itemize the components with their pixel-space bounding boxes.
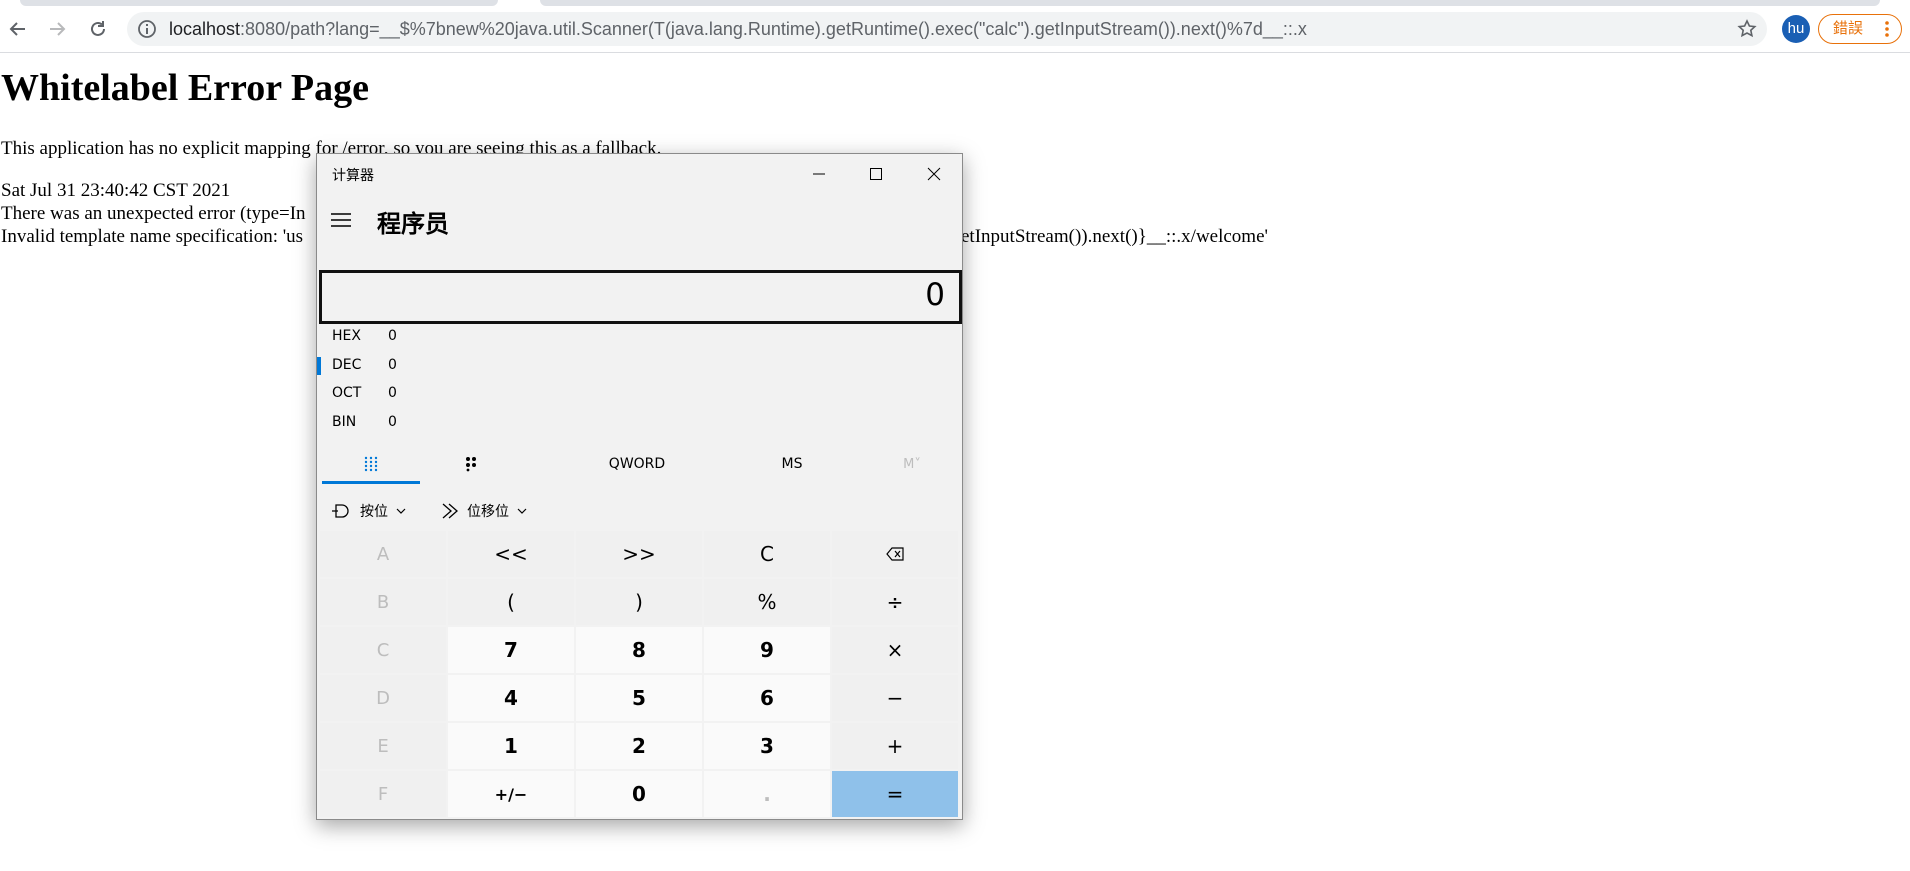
tab-bit-toggling-keypad[interactable]: [422, 444, 520, 484]
key-negate[interactable]: +/−: [448, 771, 574, 817]
address-bar[interactable]: localhost:8080/path?lang=__$%7bnew%20jav…: [127, 12, 1767, 46]
key-8[interactable]: 8: [576, 627, 702, 673]
browser-toolbar: localhost:8080/path?lang=__$%7bnew%20jav…: [0, 6, 1910, 53]
key-clear[interactable]: C: [704, 531, 830, 577]
key-percent[interactable]: %: [704, 579, 830, 625]
key-2[interactable]: 2: [576, 723, 702, 769]
key-4[interactable]: 4: [448, 675, 574, 721]
bitshift-dropdown[interactable]: 位移位: [441, 496, 527, 526]
radix-value: 0: [388, 385, 397, 401]
key-hex-d[interactable]: D: [320, 675, 446, 721]
key-3[interactable]: 3: [704, 723, 830, 769]
star-icon[interactable]: [1737, 19, 1757, 39]
arrow-left-icon: [9, 22, 25, 36]
key-multiply[interactable]: ×: [832, 627, 958, 673]
active-tab-indicator: [322, 481, 420, 484]
arrow-right-icon: [50, 22, 66, 36]
tab-full-keypad[interactable]: [322, 444, 420, 484]
maximize-button[interactable]: [848, 154, 904, 194]
radix-label: BIN: [332, 414, 357, 430]
memory-store-button[interactable]: MS: [737, 444, 847, 484]
radix-label: OCT: [332, 385, 362, 401]
radix-value: 0: [388, 357, 397, 373]
window-title: 计算器: [332, 168, 374, 184]
calculator-titlebar[interactable]: 计算器: [317, 154, 962, 194]
result-display: 0: [319, 270, 962, 324]
minimize-icon: [813, 173, 825, 175]
keypad-tabs: QWORD MS M˅: [317, 444, 962, 484]
key-backspace[interactable]: [832, 531, 958, 577]
error-chip-label: 錯誤: [1833, 20, 1864, 37]
key-5[interactable]: 5: [576, 675, 702, 721]
backspace-icon: [886, 547, 904, 561]
key-hex-c[interactable]: C: [320, 627, 446, 673]
error-type: There was an unexpected error (type=In: [1, 203, 306, 224]
key-6[interactable]: 6: [704, 675, 830, 721]
close-icon: [927, 167, 941, 181]
error-timestamp: Sat Jul 31 23:40:42 CST 2021: [1, 180, 231, 201]
word-size-button[interactable]: QWORD: [567, 444, 707, 484]
radix-selection-indicator: [317, 357, 321, 375]
chevron-down-icon: [396, 508, 406, 514]
radix-row-hex[interactable]: HEX 0: [332, 328, 397, 344]
template-error-start: Invalid template name specification: 'us: [1, 226, 304, 247]
bitwise-label: 按位: [360, 504, 388, 520]
key-equals[interactable]: =: [832, 771, 958, 817]
chevron-down-icon: [517, 508, 527, 514]
close-button[interactable]: [906, 154, 962, 194]
keypad-grid-icon: [364, 456, 378, 472]
maximize-icon: [870, 168, 882, 180]
error-chip-button[interactable]: 錯誤: [1818, 14, 1902, 44]
key-hex-b[interactable]: B: [320, 579, 446, 625]
key-add[interactable]: +: [832, 723, 958, 769]
radix-label: DEC: [332, 357, 362, 373]
key-1[interactable]: 1: [448, 723, 574, 769]
key-divide[interactable]: ÷: [832, 579, 958, 625]
key-left-shift[interactable]: <<: [448, 531, 574, 577]
bitshift-label: 位移位: [467, 504, 509, 520]
key-right-shift[interactable]: >>: [576, 531, 702, 577]
hamburger-menu-icon[interactable]: [329, 210, 353, 230]
key-0[interactable]: 0: [576, 771, 702, 817]
back-button[interactable]: [2, 13, 34, 45]
forward-button[interactable]: [41, 13, 73, 45]
url-text[interactable]: localhost:8080/path?lang=__$%7bnew%20jav…: [169, 12, 1307, 46]
key-7[interactable]: 7: [448, 627, 574, 673]
key-hex-a[interactable]: A: [320, 531, 446, 577]
page-title: Whitelabel Error Page: [1, 67, 369, 109]
minimize-button[interactable]: [791, 154, 847, 194]
bit-toggle-icon: [466, 457, 476, 472]
radix-row-dec[interactable]: DEC 0: [332, 357, 397, 373]
more-vert-icon: [1885, 21, 1889, 37]
radix-row-oct[interactable]: OCT 0: [332, 385, 397, 401]
info-icon[interactable]: [137, 19, 157, 39]
profile-avatar[interactable]: hu: [1782, 15, 1810, 43]
reload-icon: [91, 21, 105, 36]
display-value: 0: [925, 277, 945, 313]
memory-recall-button[interactable]: M˅: [872, 444, 952, 484]
key-hex-f[interactable]: F: [320, 771, 446, 817]
key-9[interactable]: 9: [704, 627, 830, 673]
key-open-paren[interactable]: (: [448, 579, 574, 625]
logic-gate-icon: [332, 504, 349, 518]
radix-row-bin[interactable]: BIN 0: [332, 414, 397, 430]
key-hex-e[interactable]: E: [320, 723, 446, 769]
bitwise-dropdown[interactable]: 按位: [332, 496, 406, 526]
key-close-paren[interactable]: ): [576, 579, 702, 625]
reload-button[interactable]: [82, 13, 114, 45]
url-host: localhost: [169, 19, 241, 39]
url-path: :8080/path?lang=__$%7bnew%20java.util.Sc…: [240, 19, 1307, 39]
template-error-end: etInputStream()).next()}__::.x/welcome': [961, 226, 1268, 247]
calculator-window: 计算器 程序员 0 HEX 0 DEC 0 OCT 0 BIN 0 QWORD MS: [316, 153, 963, 820]
bit-shift-icon: [442, 503, 458, 519]
radix-value: 0: [388, 414, 397, 430]
key-subtract[interactable]: −: [832, 675, 958, 721]
radix-value: 0: [388, 328, 397, 344]
radix-label: HEX: [332, 328, 361, 344]
calculator-mode-title: 程序员: [377, 210, 449, 238]
key-decimal[interactable]: .: [704, 771, 830, 817]
